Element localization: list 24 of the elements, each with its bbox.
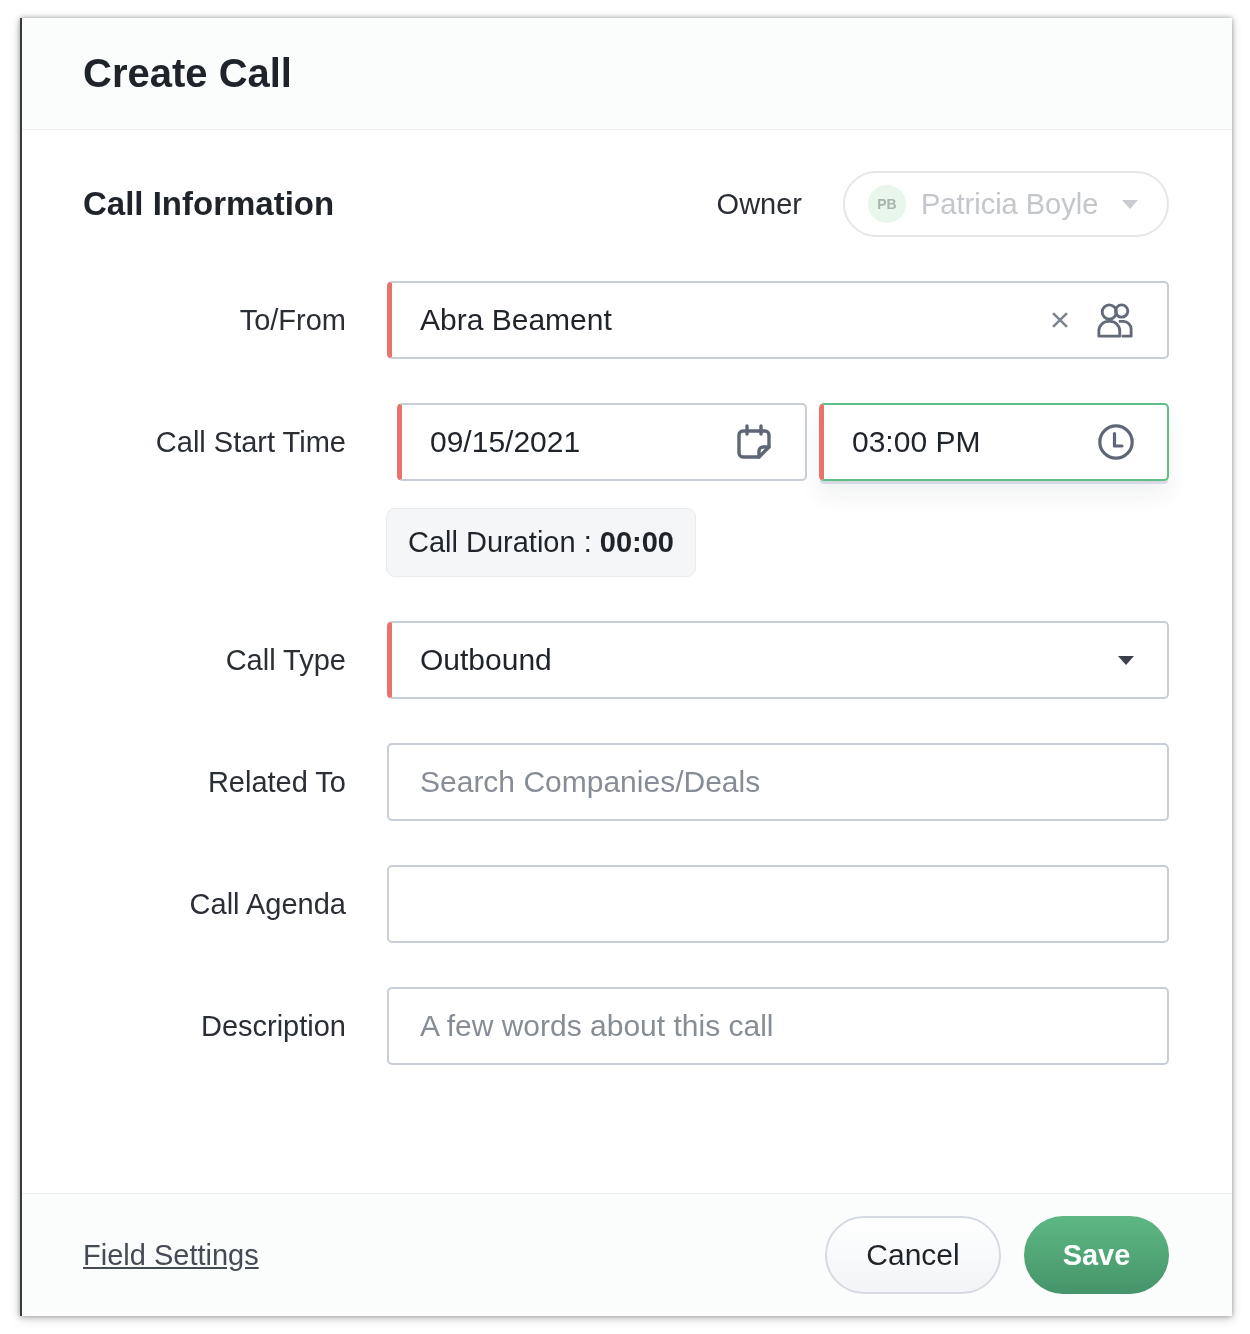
owner-avatar: PB	[868, 185, 906, 223]
calendar-icon[interactable]	[736, 424, 772, 460]
section-title: Call Information	[83, 185, 335, 223]
clock-icon[interactable]	[1098, 424, 1134, 460]
caret-icon[interactable]	[1118, 655, 1134, 665]
time-field[interactable]: 03:00 PM	[819, 403, 1169, 481]
caret-icon	[1122, 199, 1138, 209]
text-field[interactable]	[387, 865, 1169, 943]
dialog-title: Create Call	[83, 51, 292, 96]
field-label: To/From	[238, 302, 346, 338]
field-label: Call Type	[224, 642, 346, 678]
close-icon[interactable]	[1052, 312, 1068, 328]
owner-label: Owner	[716, 187, 802, 221]
people-icon[interactable]	[1096, 301, 1134, 339]
cancel-button[interactable]: Cancel	[825, 1216, 1001, 1294]
dropdown-field[interactable]: Outbound	[387, 621, 1169, 699]
date-field[interactable]: 09/15/2021	[397, 403, 807, 481]
field-label: Call Agenda	[188, 886, 346, 922]
field-settings-link[interactable]: Field Settings	[83, 1238, 259, 1272]
field-label: Description	[199, 1008, 346, 1044]
field-label: Call Start Time	[154, 424, 346, 460]
field-label: Related To	[206, 764, 346, 800]
call-duration-label: Call Duration : 00:00	[386, 508, 696, 577]
lookup-field[interactable]: Abra Beament	[387, 281, 1169, 359]
